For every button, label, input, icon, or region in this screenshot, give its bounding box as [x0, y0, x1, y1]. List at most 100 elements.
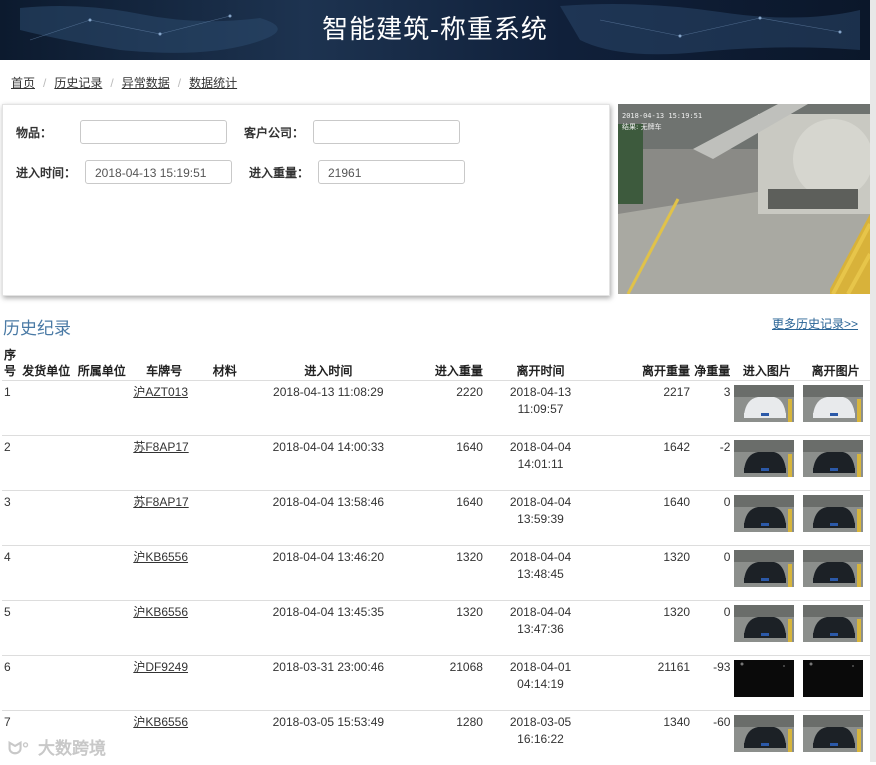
breadcrumb-history-link[interactable]: 历史记录 — [54, 76, 102, 90]
exit-clock: 13:59:39 — [517, 512, 564, 526]
entry-weight-label: 进入重量： — [249, 164, 309, 181]
cell-entry-weight: 1640 — [404, 491, 485, 546]
exit-date: 2018-04-04 — [510, 495, 571, 509]
table-row: 6沪DF92492018-03-31 23:00:46210682018-04-… — [2, 656, 870, 711]
breadcrumb-abnormal-link[interactable]: 异常数据 — [122, 76, 170, 90]
plate-link[interactable]: 苏F8AP17 — [133, 495, 188, 509]
exit-clock: 13:48:45 — [517, 567, 564, 581]
table-header-row: 序号 发货单位 所属单位 车牌号 材料 进入时间 进入重量 离开时间 离开重量 … — [2, 346, 870, 381]
cell-entry-time: 2018-03-05 15:53:49 — [253, 711, 405, 765]
cell-owner — [76, 601, 132, 656]
cell-material — [197, 436, 253, 491]
entry-image-thumb[interactable] — [734, 385, 794, 422]
entry-weight-input[interactable]: 21961 — [318, 160, 465, 184]
cell-exit-time: 2018-04-04 13:59:39 — [485, 491, 596, 546]
entry-image-thumb[interactable] — [734, 715, 794, 752]
cell-material — [197, 546, 253, 601]
entry-image-thumb[interactable] — [734, 660, 794, 697]
entry-time-input[interactable]: 2018-04-13 15:19:51 — [85, 160, 232, 184]
window-edge — [870, 0, 876, 762]
col-owner: 所属单位 — [76, 346, 132, 381]
cell-exit-weight: 1340 — [596, 711, 692, 765]
history-table: 序号 发货单位 所属单位 车牌号 材料 进入时间 进入重量 离开时间 离开重量 … — [2, 346, 870, 765]
watermark-text: 大数跨境 — [38, 739, 106, 758]
col-entry-weight: 进入重量 — [404, 346, 485, 381]
cell-entry-time: 2018-04-04 13:45:35 — [253, 601, 405, 656]
cell-exit-image — [801, 711, 870, 765]
exit-image-thumb[interactable] — [803, 495, 863, 532]
cell-seq: 5 — [2, 601, 20, 656]
goods-input[interactable] — [80, 120, 227, 144]
goods-label: 物品： — [16, 124, 52, 141]
breadcrumb-stats-link[interactable]: 数据统计 — [189, 76, 237, 90]
cell-net-weight: 0 — [692, 491, 732, 546]
cell-material — [197, 491, 253, 546]
col-entry-time: 进入时间 — [253, 346, 405, 381]
entry-image-thumb[interactable] — [734, 440, 794, 477]
exit-image-thumb[interactable] — [803, 715, 863, 752]
cell-exit-weight: 1642 — [596, 436, 692, 491]
cell-net-weight: 3 — [692, 381, 732, 436]
cell-entry-weight: 1320 — [404, 546, 485, 601]
weighing-form-panel: 物品： 客户公司： 进入时间： 2018-04-13 15:19:51 进入重量… — [2, 104, 610, 296]
history-section-title: 历史纪录 — [3, 314, 71, 339]
cell-entry-image — [732, 711, 801, 765]
cell-consignor — [20, 381, 76, 436]
cell-net-weight: 0 — [692, 546, 732, 601]
cell-exit-weight: 21161 — [596, 656, 692, 711]
watermark: ᗢ°大数跨境 — [8, 734, 106, 759]
cell-consignor — [20, 546, 76, 601]
cell-net-weight: 0 — [692, 601, 732, 656]
cell-entry-image — [732, 601, 801, 656]
plate-link[interactable]: 沪AZT013 — [133, 385, 188, 399]
cell-exit-image — [801, 491, 870, 546]
exit-date: 2018-03-05 — [510, 715, 571, 729]
exit-clock: 16:16:22 — [517, 732, 564, 746]
plate-link[interactable]: 沪DF9249 — [133, 660, 188, 674]
exit-clock: 13:47:36 — [517, 622, 564, 636]
cell-owner — [76, 381, 132, 436]
table-row: 5 沪KB6556 2018-04-04 13:45:3513202018-04-0… — [2, 601, 870, 656]
customer-input[interactable] — [313, 120, 460, 144]
cell-exit-weight: 1640 — [596, 491, 692, 546]
entry-time-label: 进入时间： — [16, 164, 76, 181]
camera-feed: 2018-04-13 15:19:51 结果: 无牌车 — [618, 104, 870, 294]
cell-exit-weight: 2217 — [596, 381, 692, 436]
entry-image-thumb[interactable] — [734, 550, 794, 587]
breadcrumb-home-link[interactable]: 首页 — [11, 76, 35, 90]
plate-link[interactable]: 沪KB6556 — [133, 605, 188, 619]
exit-image-thumb[interactable] — [803, 660, 863, 697]
cell-exit-image — [801, 656, 870, 711]
entry-image-thumb[interactable] — [734, 605, 794, 642]
plate-link[interactable]: 苏F8AP17 — [133, 440, 188, 454]
cell-entry-time: 2018-04-04 13:46:20 — [253, 546, 405, 601]
cell-entry-time: 2018-04-13 11:08:29 — [253, 381, 405, 436]
cell-owner — [76, 546, 132, 601]
exit-image-thumb[interactable] — [803, 440, 863, 477]
exit-image-thumb[interactable] — [803, 605, 863, 642]
cell-entry-weight: 1320 — [404, 601, 485, 656]
cell-exit-image — [801, 436, 870, 491]
cell-entry-image — [732, 656, 801, 711]
cell-net-weight: -60 — [692, 711, 732, 765]
plate-link[interactable]: 沪KB6556 — [133, 715, 188, 729]
cell-seq: 6 — [2, 656, 20, 711]
col-seq: 序号 — [2, 346, 20, 381]
cell-entry-image — [732, 491, 801, 546]
exit-clock: 14:01:11 — [518, 457, 564, 471]
cell-material — [197, 656, 253, 711]
breadcrumb-separator: / — [110, 76, 113, 90]
table-row: 4沪KB65562018-04-04 13:46:2013202018-04-0… — [2, 546, 870, 601]
cell-seq: 4 — [2, 546, 20, 601]
col-plate: 车牌号 — [131, 346, 197, 381]
cell-exit-image — [801, 546, 870, 601]
exit-image-thumb[interactable] — [803, 550, 863, 587]
exit-clock: 04:14:19 — [517, 677, 564, 691]
entry-image-thumb[interactable] — [734, 495, 794, 532]
exit-image-thumb[interactable] — [803, 385, 863, 422]
cell-entry-weight: 2220 — [404, 381, 485, 436]
more-history-link[interactable]: 更多历史记录>> — [772, 315, 858, 332]
cell-exit-weight: 1320 — [596, 546, 692, 601]
plate-link[interactable]: 沪KB6556 — [133, 550, 188, 564]
cell-exit-time: 2018-04-0413:47:36 — [485, 601, 596, 656]
